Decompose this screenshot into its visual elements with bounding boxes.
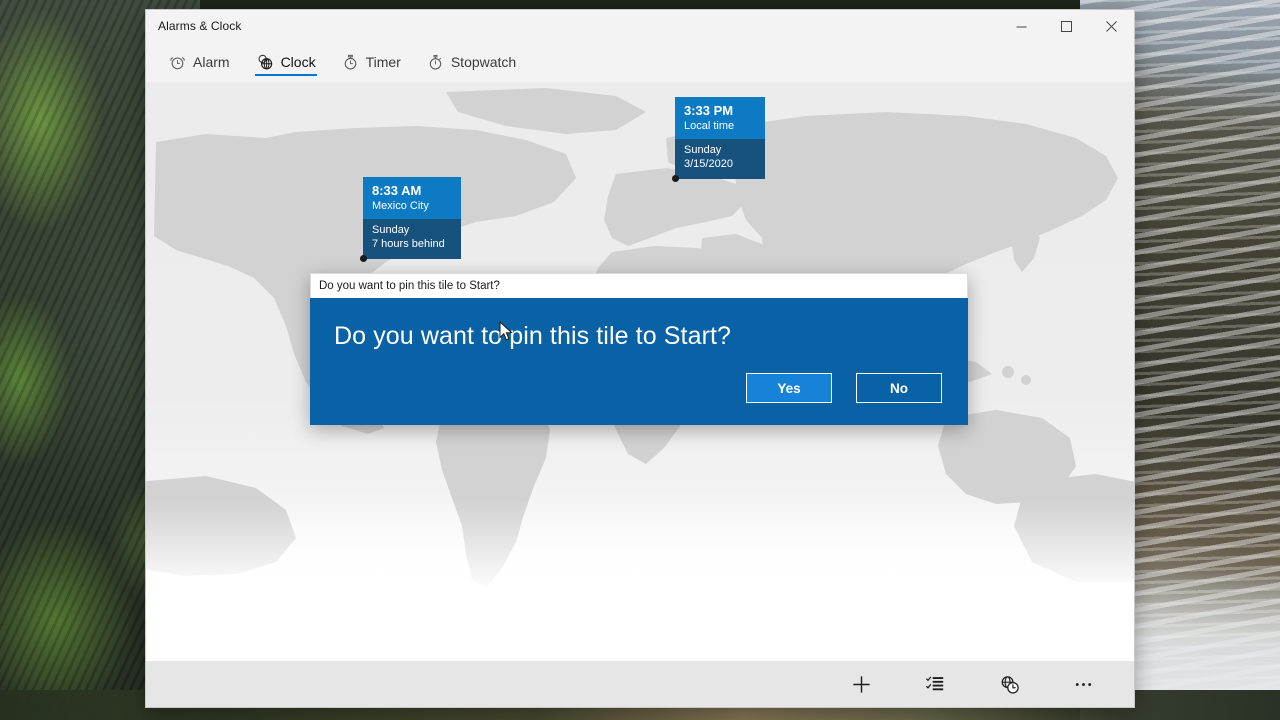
minimize-icon [1016, 26, 1027, 27]
dialog-body: Do you want to pin this tile to Start? Y… [310, 298, 968, 425]
clock-tile-time: 3:33 PM [684, 103, 734, 118]
dialog-actions: Yes No [746, 373, 942, 403]
world-clock-icon [258, 54, 272, 70]
clock-tile-day: Sunday [684, 143, 722, 156]
ellipsis-icon [1075, 682, 1091, 686]
clock-tile-mexico-city[interactable]: 8:33 AM Mexico City Sunday 7 hours behin… [360, 177, 461, 263]
dialog-no-button[interactable]: No [856, 373, 942, 403]
window-title: Alarms & Clock [158, 19, 242, 33]
clock-tile-day: Sunday [372, 223, 410, 236]
clock-tile-location: Local time [684, 120, 735, 133]
clock-tile-location: Mexico City [372, 200, 429, 213]
dialog-title: Do you want to pin this tile to Start? [319, 280, 500, 292]
alarm-clock-icon [170, 56, 185, 69]
stopwatch-icon [429, 54, 442, 70]
dialog-yes-button[interactable]: Yes [746, 373, 832, 403]
clock-tile-date: 3/15/2020 [684, 158, 733, 171]
tab-clock[interactable]: Clock [243, 42, 329, 82]
clock-tile-offset: 7 hours behind [372, 238, 445, 251]
tab-alarm-label: Alarm [193, 54, 230, 70]
add-clock-button[interactable] [844, 667, 878, 701]
tab-active-indicator [254, 74, 317, 76]
tab-alarm[interactable]: Alarm [156, 42, 243, 82]
plus-icon [852, 675, 870, 693]
tab-timer-label: Timer [365, 54, 401, 70]
clock-tile-secondary: Sunday 7 hours behind [360, 218, 461, 263]
navigation-tabs: Alarm Clock Timer Stopwatch [146, 42, 1134, 82]
clock-tile-time: 8:33 AM [372, 183, 422, 198]
edit-list-button[interactable] [918, 667, 952, 701]
clock-tile-local-time[interactable]: 3:33 PM Local time Sunday 3/15/2020 [672, 97, 765, 183]
close-icon [1106, 20, 1117, 32]
maximize-button[interactable] [1044, 10, 1089, 42]
desktop-background: Alarms & Clock Alarm Clock Timer Stopwat… [0, 0, 1280, 720]
minimize-button[interactable] [999, 10, 1044, 42]
tab-stopwatch-label: Stopwatch [450, 54, 517, 70]
window-controls [999, 10, 1134, 42]
clock-tile-primary: 3:33 PM Local time [675, 97, 765, 139]
checklist-icon [925, 676, 944, 691]
dialog-message: Do you want to pin this tile to Start? [334, 322, 732, 350]
compare-times-button[interactable] [992, 667, 1026, 701]
timer-icon [344, 54, 356, 69]
window-titlebar[interactable]: Alarms & Clock [146, 10, 1134, 42]
tab-clock-label: Clock [280, 54, 316, 70]
dialog-titlebar: Do you want to pin this tile to Start? [310, 273, 968, 298]
command-bar [146, 661, 1134, 707]
maximize-icon [1061, 20, 1072, 32]
tab-timer[interactable]: Timer [329, 42, 414, 82]
tab-stopwatch[interactable]: Stopwatch [414, 42, 529, 82]
close-button[interactable] [1089, 10, 1134, 42]
more-options-button[interactable] [1066, 667, 1100, 701]
clock-globe-icon [1001, 675, 1019, 694]
clock-tile-primary: 8:33 AM Mexico City [363, 177, 461, 219]
pin-to-start-dialog: Do you want to pin this tile to Start? D… [310, 273, 968, 425]
clock-tile-secondary: Sunday 3/15/2020 [672, 138, 765, 183]
